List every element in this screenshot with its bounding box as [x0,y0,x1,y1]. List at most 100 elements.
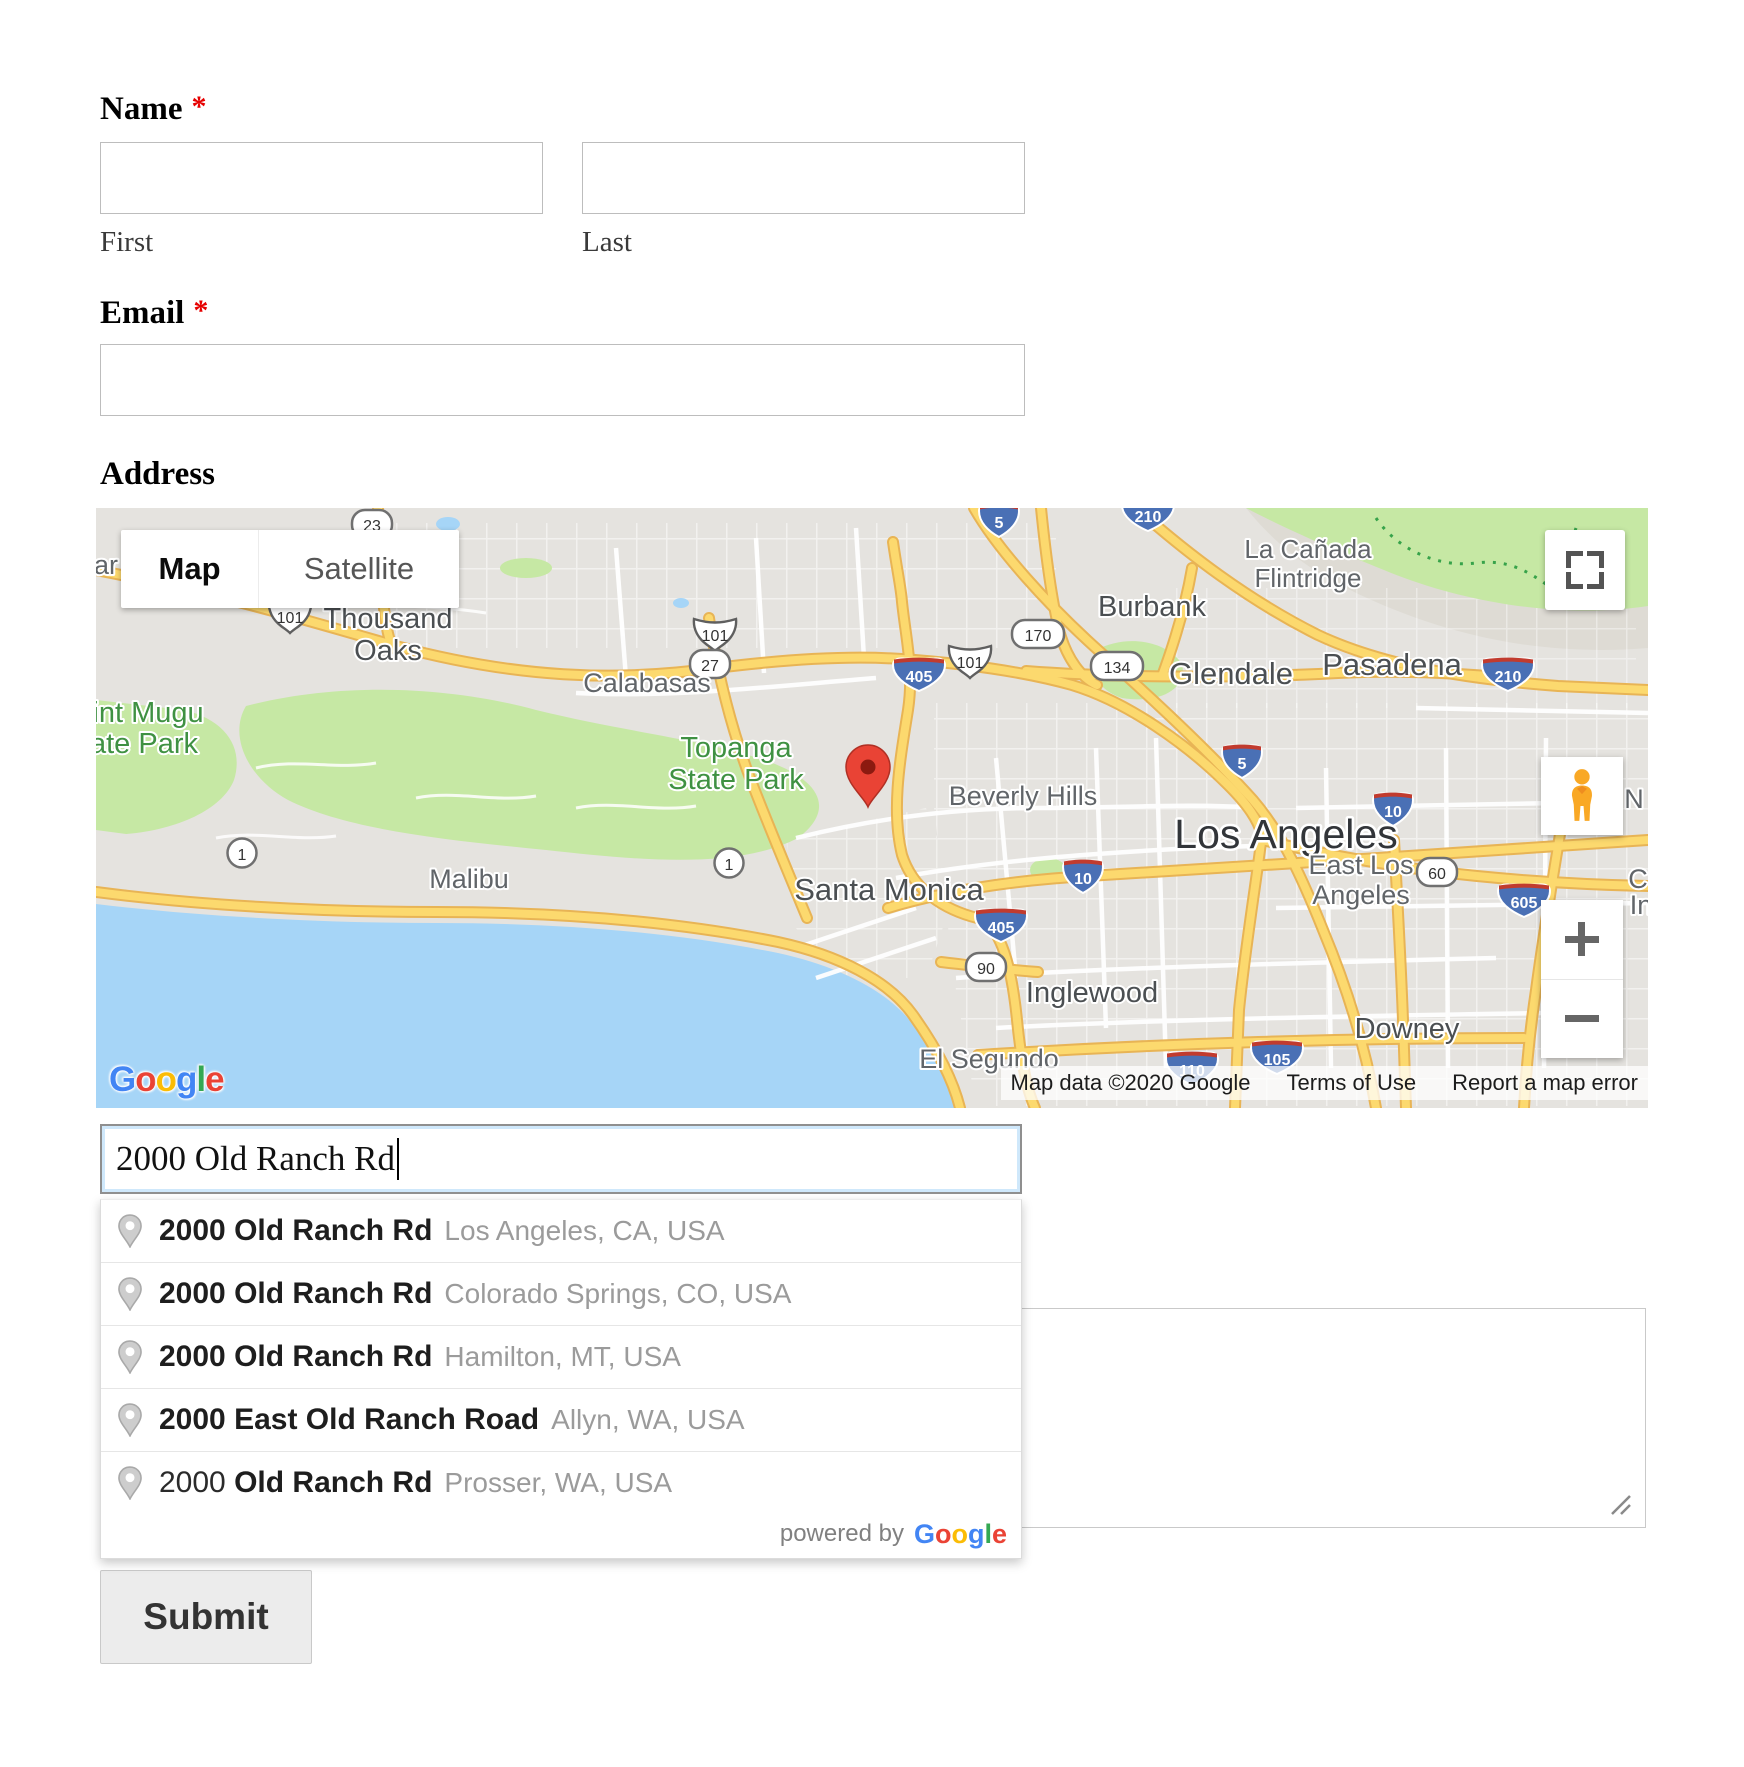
svg-text:5: 5 [995,515,1004,532]
svg-text:134: 134 [1104,660,1131,677]
address-label-text: Address [100,456,215,492]
text-caret [397,1138,399,1180]
map-label: Pasadena [1322,647,1462,682]
map-label: Downey [1355,1013,1460,1045]
autocomplete-item-secondary: Los Angeles, CA, USA [444,1215,724,1247]
google-letter: l [984,1519,992,1549]
map-label: Beverly Hills [949,781,1098,811]
name-first-input[interactable] [100,142,543,214]
svg-text:1: 1 [238,847,247,864]
svg-text:10: 10 [1074,871,1092,888]
state-route-shield: 170 [1012,620,1064,648]
svg-text:101: 101 [702,628,729,645]
google-letter: G [109,1060,135,1099]
map-label: In [1630,890,1648,920]
map-label: ar [96,550,118,580]
google-letter: g [968,1519,985,1549]
map-label: State Park [668,764,804,796]
autocomplete-item[interactable]: 2000 Old Ranch RdHamilton, MT, USA [101,1325,1021,1388]
autocomplete-item-main: 2000 Old Ranch Rd [159,1214,432,1248]
map-type-control: Map Satellite [121,530,459,608]
google-letter: o [935,1519,952,1549]
map-lake [436,517,460,531]
pegman-icon [1559,767,1605,825]
svg-text:170: 170 [1025,628,1052,645]
state-route-shield: 1 [228,839,257,868]
google-letter: e [205,1060,223,1099]
map-type-button-map[interactable]: Map [121,530,258,608]
map-label: Malibu [429,864,509,894]
autocomplete-item-secondary: Prosser, WA, USA [444,1467,672,1499]
address-form-page: Name* First Last Email * Address [0,0,1744,1767]
map-label: Santa Monica [794,872,984,907]
google-wordmark: Google [914,1519,1007,1550]
google-logo[interactable]: Google [109,1060,224,1100]
name-label-text: Name [100,91,182,127]
google-letter: e [992,1519,1007,1549]
location-pin-icon [117,1403,143,1437]
resize-grip-icon[interactable] [1608,1492,1632,1516]
address-input-value: 2000 Old Ranch Rd [116,1139,395,1179]
location-pin-icon [117,1277,143,1311]
map-label: Burbank [1098,591,1207,623]
name-last-input[interactable] [582,142,1025,214]
map-attribution: Map data ©2020 Google Terms of Use Repor… [1001,1066,1649,1100]
state-route-shield: 60 [1417,858,1457,886]
google-letter: o [156,1060,176,1099]
autocomplete-dropdown: 2000 Old Ranch Rd Los Angeles, CA, USA 20… [100,1199,1022,1559]
terms-of-use-link[interactable]: Terms of Use [1287,1070,1417,1096]
svg-text:605: 605 [1511,895,1538,912]
svg-text:101: 101 [957,655,984,672]
last-name-sublabel: Last [582,226,632,259]
state-route-shield: 1 [715,849,744,878]
autocomplete-item-secondary: Allyn, WA, USA [551,1404,744,1436]
address-field-label: Address [100,456,215,493]
email-label-text: Email [100,295,184,331]
svg-text:405: 405 [906,669,933,686]
svg-text:60: 60 [1428,866,1446,883]
map-label: East Los [1308,850,1413,880]
svg-text:5: 5 [1238,756,1247,773]
state-route-shield: 134 [1091,652,1143,680]
email-field-label: Email * [100,294,208,332]
map-label: ate Park [96,728,198,760]
zoom-out-button[interactable] [1541,979,1623,1059]
email-input[interactable] [100,344,1025,416]
first-name-sublabel: First [100,226,153,259]
map-label: Glendale [1169,656,1293,691]
location-pin-icon [117,1466,143,1500]
autocomplete-item[interactable]: 2000 Old Ranch Rd Colorado Springs, CO, U… [101,1262,1021,1325]
autocomplete-item[interactable]: 2000 Old Ranch Rd Prosser, WA, USA [101,1451,1021,1514]
svg-text:90: 90 [977,961,995,978]
autocomplete-item-main: 2000 Old Ranch Rd [159,1466,432,1500]
map-label: Calabasas [583,668,711,698]
zoom-in-button[interactable] [1541,900,1623,979]
map-type-button-satellite[interactable]: Satellite [258,530,459,608]
autocomplete-item-main: 2000 East Old Ranch Road [159,1403,539,1437]
autocomplete-item[interactable]: 2000 East Old Ranch Road Allyn, WA, USA [101,1388,1021,1451]
fullscreen-icon [1566,551,1604,589]
location-pin-icon [117,1340,143,1374]
map-label: Flintridge [1255,563,1362,593]
google-letter: o [135,1060,155,1099]
map-label: Oaks [354,635,422,667]
submit-button[interactable]: Submit [100,1570,312,1664]
name-field-label: Name* [100,90,206,128]
powered-by-google: powered by Google [101,1514,1021,1558]
google-letter: l [196,1060,205,1099]
autocomplete-item[interactable]: 2000 Old Ranch Rd Los Angeles, CA, USA [101,1200,1021,1262]
svg-text:405: 405 [988,920,1015,937]
powered-by-text: powered by [780,1520,904,1548]
required-asterisk: * [193,294,208,327]
report-map-error-link[interactable]: Report a map error [1452,1070,1638,1096]
state-route-shield: 90 [966,953,1006,981]
autocomplete-item-secondary: Colorado Springs, CO, USA [444,1278,791,1310]
map-label: N [1624,784,1644,814]
location-pin-icon [117,1214,143,1248]
pegman-control[interactable] [1541,757,1623,835]
fullscreen-button[interactable] [1545,530,1625,610]
map-label: Inglewood [1026,977,1158,1009]
address-input[interactable]: 2000 Old Ranch Rd [100,1124,1022,1194]
autocomplete-item-main: 2000 Old Ranch Rd [159,1277,432,1311]
map-label: Angeles [1312,880,1410,910]
